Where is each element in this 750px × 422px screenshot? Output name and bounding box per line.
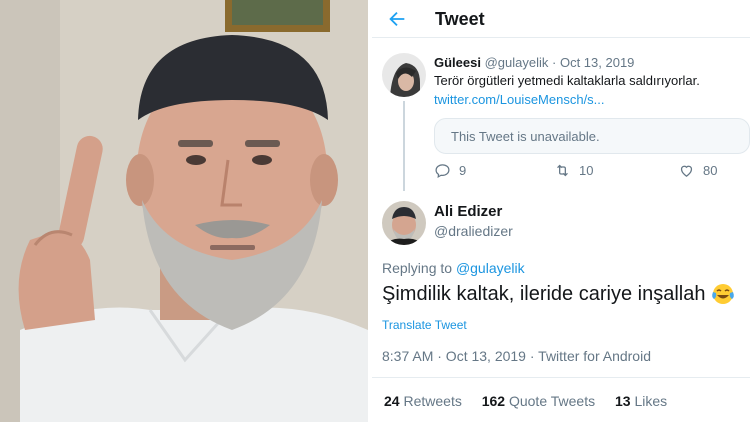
- reply-tweet-text-line: Şimdilik kaltak, ileride cariye inşallah: [382, 282, 735, 306]
- parent-author-handle[interactable]: @gulayelik: [485, 55, 549, 70]
- retweet-button[interactable]: 10: [554, 162, 593, 179]
- thread-connector: [403, 101, 405, 191]
- replying-to-handle[interactable]: @gulayelik: [456, 260, 525, 276]
- reply-count: 9: [459, 163, 467, 178]
- like-button[interactable]: 80: [678, 162, 717, 179]
- tweet-panel: Tweet Güleesi @gulayelik · Oct 13, 2019 …: [372, 0, 750, 422]
- reply-avatar[interactable]: [382, 201, 426, 245]
- stats-divider: [372, 377, 750, 378]
- tweet-stats: 24 Retweets 162 Quote Tweets 13 Likes: [384, 393, 683, 409]
- page-title: Tweet: [435, 9, 485, 29]
- reply-author-name[interactable]: Ali Edizer: [434, 203, 502, 220]
- translate-tweet-link[interactable]: Translate Tweet: [382, 318, 467, 332]
- quoted-tweet-status: This Tweet is unavailable.: [451, 129, 600, 144]
- retweet-icon: [557, 164, 568, 177]
- quote-tweets-stat[interactable]: 162 Quote Tweets: [482, 393, 611, 409]
- parent-tweet-link[interactable]: twitter.com/LouiseMensch/s...: [434, 92, 605, 107]
- likes-label: Likes: [634, 393, 668, 409]
- replying-to-label: Replying to: [382, 260, 453, 276]
- tweet-timestamp[interactable]: 8:37 AM · Oct 13, 2019 · Twitter for And…: [382, 348, 651, 364]
- reply-author-handle[interactable]: @draliedizer: [434, 223, 513, 239]
- profile-photo: [0, 0, 368, 422]
- likes-count: 13: [615, 393, 631, 409]
- replying-to-line: Replying to @gulayelik: [382, 260, 525, 276]
- heart-icon: [680, 165, 693, 177]
- quote-tweets-label: Quote Tweets: [508, 393, 596, 409]
- quoted-tweet-unavailable: This Tweet is unavailable.: [434, 118, 750, 154]
- reply-button[interactable]: 9: [434, 162, 466, 179]
- meta-separator: ·: [552, 55, 557, 70]
- like-count: 80: [703, 163, 718, 178]
- retweets-label: Retweets: [403, 393, 462, 409]
- parent-tweet-date[interactable]: Oct 13, 2019: [560, 55, 634, 70]
- likes-stat[interactable]: 13 Likes: [615, 393, 683, 409]
- parent-tweet-text: Terör örgütleri yetmedi kaltaklarla sald…: [434, 73, 700, 88]
- tears-of-joy-emoji-icon: [712, 284, 735, 304]
- parent-tweet-actions: 9 10 80: [434, 162, 750, 182]
- reply-tweet-text: Şimdilik kaltak, ileride cariye inşallah: [382, 282, 706, 305]
- retweets-stat[interactable]: 24 Retweets: [384, 393, 478, 409]
- reply-icon: [435, 164, 450, 179]
- quote-tweets-count: 162: [481, 393, 506, 409]
- tweet-header: Tweet: [372, 0, 750, 38]
- arrow-left-icon[interactable]: [386, 8, 408, 30]
- parent-avatar[interactable]: [382, 53, 426, 97]
- retweet-count: 10: [579, 163, 594, 178]
- parent-author-name[interactable]: Güleesi: [434, 55, 481, 70]
- parent-tweet-meta: Güleesi @gulayelik · Oct 13, 2019: [434, 55, 634, 70]
- retweets-count: 24: [384, 393, 400, 409]
